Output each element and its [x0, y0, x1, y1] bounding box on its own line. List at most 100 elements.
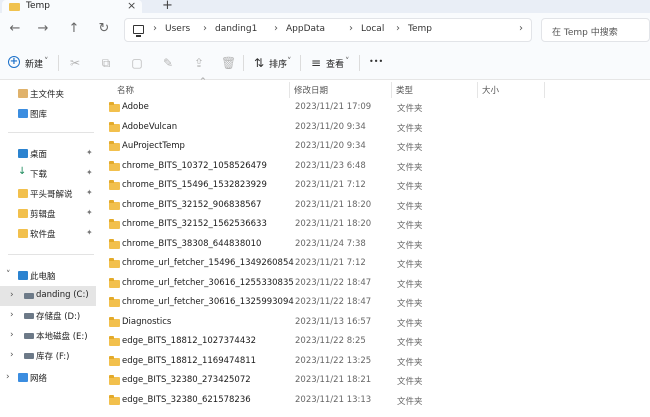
table-row[interactable]: AdobeVulcan 2023/11/20 9:34 文件夹 — [96, 119, 650, 138]
table-row[interactable]: edge_BITS_18812_1027374432 2023/11/22 8:… — [96, 333, 650, 352]
sidebar-item-pinned-folder-2[interactable]: 剪辑盘 ✦ — [0, 204, 96, 224]
table-row[interactable]: chrome_url_fetcher_15496_1349260854 2023… — [96, 255, 650, 274]
rename-icon[interactable]: ✎ — [161, 56, 175, 70]
refresh-icon[interactable]: ↻ — [97, 22, 111, 36]
table-row[interactable]: Diagnostics 2023/11/13 16:57 文件夹 — [96, 314, 650, 333]
folder-icon — [18, 189, 28, 198]
file-date: 2023/11/21 13:13 — [295, 394, 372, 405]
chevron-right-icon[interactable]: › — [10, 350, 14, 360]
file-type: 文件夹 — [397, 182, 423, 192]
file-date: 2023/11/21 18:21 — [295, 375, 372, 385]
pin-icon[interactable]: ✦ — [86, 148, 93, 157]
new-button[interactable]: 新建 — [25, 57, 43, 70]
folder-icon — [109, 297, 120, 307]
chevron-down-icon[interactable]: ˅ — [6, 270, 11, 280]
table-row[interactable]: chrome_BITS_10372_1058526479 2023/11/23 … — [96, 158, 650, 177]
file-name: Adobe — [122, 102, 149, 112]
table-row[interactable]: edge_BITS_32380_621578236 2023/11/21 13:… — [96, 392, 650, 411]
breadcrumb-danding1[interactable]: danding1 — [215, 24, 257, 34]
sidebar-item-downloads[interactable]: ↓ 下载 ✦ — [0, 164, 96, 184]
sidebar-item-label: 平头哥解说 — [30, 190, 73, 200]
chevron-right-icon[interactable]: › — [10, 330, 14, 340]
breadcrumb-users[interactable]: Users — [165, 24, 190, 34]
close-icon[interactable]: × — [127, 0, 136, 12]
table-row[interactable]: Adobe 2023/11/21 17:09 文件夹 — [96, 99, 650, 118]
table-row[interactable]: chrome_BITS_32152_906838567 2023/11/21 1… — [96, 197, 650, 216]
forward-arrow-icon[interactable]: → — [36, 22, 50, 36]
column-divider[interactable] — [391, 82, 392, 98]
breadcrumb-temp[interactable]: Temp — [408, 24, 432, 34]
pin-icon[interactable]: ✦ — [86, 188, 93, 197]
cut-icon[interactable]: ✂ — [68, 56, 82, 70]
up-arrow-icon[interactable]: ↑ — [67, 22, 81, 36]
column-header-type[interactable]: 类型 — [396, 84, 413, 96]
table-row[interactable]: chrome_BITS_15496_1532823929 2023/11/21 … — [96, 177, 650, 196]
table-row[interactable]: edge_BITS_32380_273425072 2023/11/21 18:… — [96, 372, 650, 391]
breadcrumb-appdata[interactable]: AppData — [286, 24, 325, 34]
sidebar-item-drive-f[interactable]: › 库存 (F:) — [0, 346, 96, 366]
sidebar-item-home[interactable]: 主文件夹 — [0, 84, 96, 104]
sidebar-item-gallery[interactable]: 图库 — [0, 104, 96, 124]
column-divider[interactable] — [544, 82, 545, 98]
file-name: edge_BITS_32380_273425072 — [122, 375, 251, 385]
sidebar-item-drive-e[interactable]: › 本地磁盘 (E:) — [0, 326, 96, 346]
column-header-name[interactable]: 名称 — [117, 84, 134, 96]
sidebar-item-label: 主文件夹 — [30, 90, 65, 100]
chevron-right-icon[interactable]: › — [519, 23, 523, 34]
new-tab-button[interactable]: + — [162, 0, 173, 13]
copy-icon[interactable]: ⧉ — [99, 56, 113, 70]
sidebar-item-network[interactable]: › 网络 — [0, 368, 96, 388]
toolbar-divider — [243, 55, 244, 71]
home-icon — [18, 89, 28, 98]
folder-icon — [109, 355, 120, 366]
file-date: 2023/11/13 16:57 — [295, 316, 372, 327]
tab-temp[interactable]: Temp × — [2, 0, 142, 13]
column-header-date[interactable]: 修改日期 — [294, 84, 328, 96]
table-row[interactable]: chrome_BITS_32152_1562536633 2023/11/21 … — [96, 216, 650, 235]
breadcrumb-local[interactable]: Local — [361, 24, 384, 34]
file-name: chrome_BITS_32152_906838567 — [122, 199, 262, 210]
sidebar-item-drive-d[interactable]: › 存储盘 (D:) — [0, 306, 96, 326]
sort-button[interactable]: 排序 — [269, 57, 287, 70]
sidebar-item-this-pc[interactable]: ˅ 此电脑 — [0, 266, 96, 286]
new-plus-icon: + — [8, 56, 20, 68]
sidebar-item-desktop[interactable]: 桌面 ✦ — [0, 144, 96, 164]
tab-title: Temp — [26, 1, 50, 11]
file-date: 2023/11/21 7:12 — [295, 258, 366, 268]
file-type: 文件夹 — [397, 338, 423, 348]
folder-icon — [109, 394, 120, 405]
sidebar-item-label: 桌面 — [30, 150, 48, 160]
back-arrow-icon[interactable]: ← — [8, 22, 22, 36]
share-icon[interactable]: ⇪ — [192, 56, 206, 70]
chevron-right-icon: › — [274, 23, 278, 34]
toolbar-divider — [300, 55, 301, 71]
pin-icon[interactable]: ✦ — [86, 228, 93, 237]
table-row[interactable]: AuProjectTemp 2023/11/20 9:34 文件夹 — [96, 138, 650, 157]
chevron-right-icon[interactable]: › — [6, 372, 10, 382]
column-divider[interactable] — [477, 82, 478, 98]
paste-icon[interactable]: ▢ — [130, 56, 144, 70]
table-row[interactable]: chrome_url_fetcher_30616_1325993094 2023… — [96, 294, 650, 313]
column-header-size[interactable]: 大小 — [482, 84, 499, 96]
folder-icon — [9, 3, 20, 11]
chevron-right-icon[interactable]: › — [10, 290, 14, 300]
sidebar-item-label: 剪辑盘 — [30, 210, 56, 220]
column-divider[interactable] — [289, 82, 290, 98]
delete-icon[interactable]: 🗑 — [221, 56, 236, 70]
pin-icon[interactable]: ✦ — [86, 208, 93, 217]
chevron-right-icon: › — [153, 23, 157, 34]
sidebar-item-pinned-folder-3[interactable]: 软件盘 ✦ — [0, 224, 96, 244]
more-options-button[interactable]: ••• — [369, 57, 383, 66]
sidebar-item-pinned-folder-1[interactable]: 平头哥解说 ✦ — [0, 184, 96, 204]
table-row[interactable]: chrome_url_fetcher_30616_1255330835 2023… — [96, 275, 650, 294]
network-icon — [18, 373, 28, 382]
table-row[interactable]: chrome_BITS_38308_644838010 2023/11/24 7… — [96, 236, 650, 255]
sidebar-item-drive-c[interactable]: › danding (C:) — [0, 286, 96, 306]
folder-icon — [109, 375, 120, 385]
search-input[interactable]: 在 Temp 中搜索 — [541, 18, 650, 42]
table-row[interactable]: edge_BITS_18812_1169474811 2023/11/22 13… — [96, 353, 650, 372]
address-bar[interactable]: › Users › danding1 › AppData › Local › T… — [124, 18, 532, 42]
pin-icon[interactable]: ✦ — [86, 168, 93, 177]
view-button[interactable]: 查看 — [326, 57, 344, 70]
chevron-right-icon[interactable]: › — [10, 310, 14, 320]
